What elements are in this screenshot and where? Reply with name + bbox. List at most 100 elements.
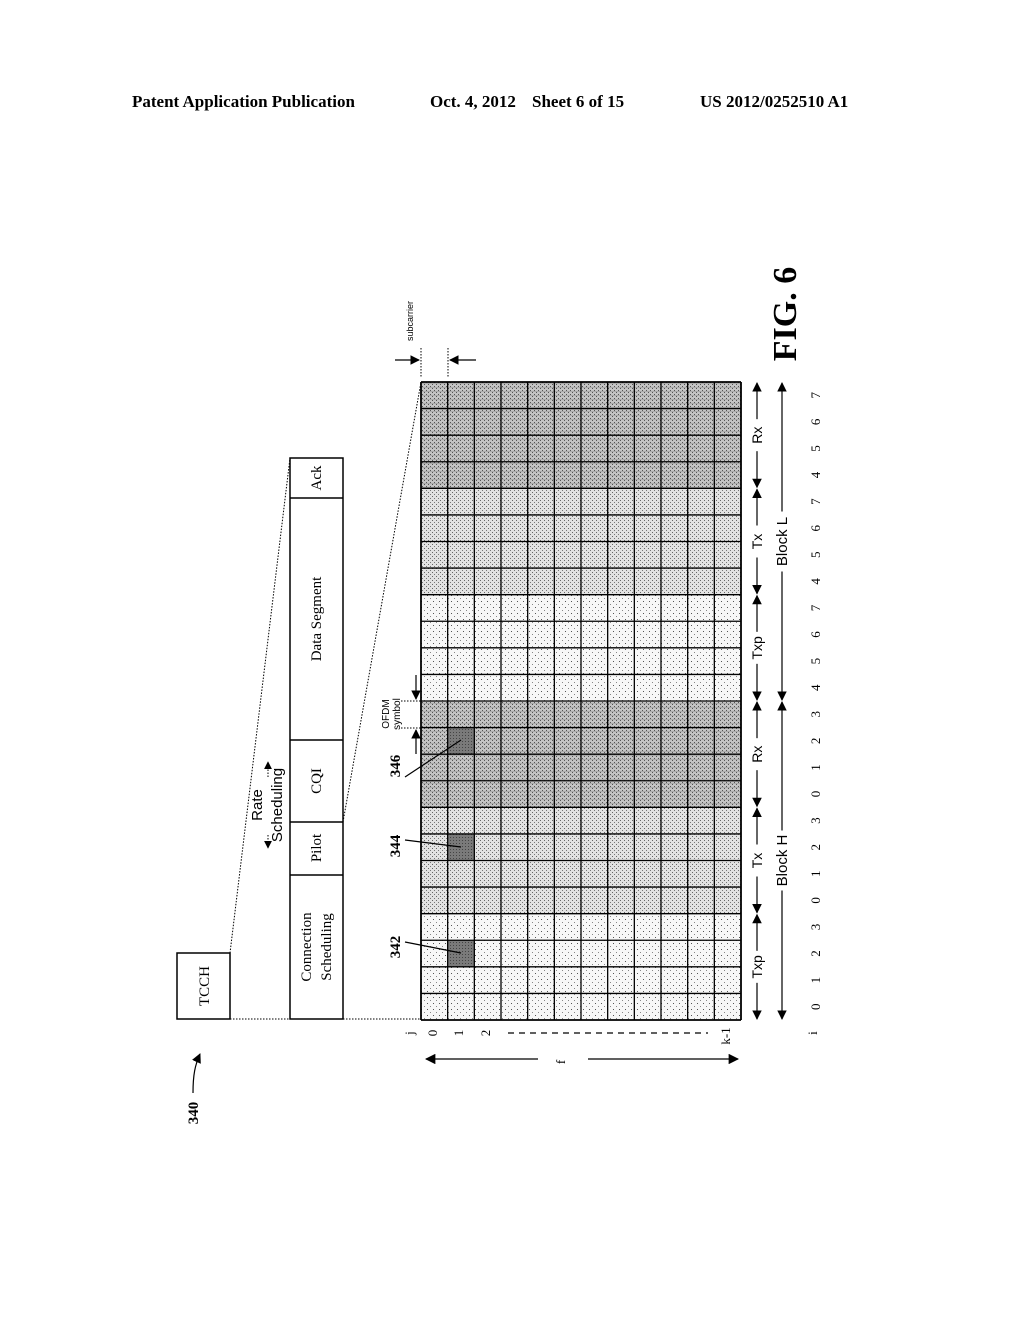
grid-cell-tx [634,833,661,861]
highlighted-cell-342 [447,940,475,967]
grid-cell-rx [661,382,688,409]
grid-cell-rx [687,435,715,462]
grid-cell-txp [501,647,528,675]
grid-cell-tx [714,860,741,888]
grid-cell-txp [714,621,741,648]
grid-cell-rx [687,382,715,409]
grid-cell-tx [581,488,608,515]
i-label: 0 [808,1003,823,1010]
grid-cell-tx [714,887,741,914]
grid-cell-tx [554,568,581,595]
grid-cell-rx [687,780,715,808]
grid-cell-rx [581,754,608,781]
grid-cell-rx [581,408,608,436]
grid-cell-txp [581,674,608,701]
grid-cell-tx [501,514,528,542]
i-axis-labels: 0 1 2 3 0 1 2 3 0 1 2 3 4 5 6 7 4 5 6 7 4 5 6 7 [808,392,823,1010]
grid-cell-tx [607,887,635,914]
grid-cell-txp [714,913,741,941]
grid-cell-txp [501,940,528,967]
grid-cell-rx [501,727,528,755]
i-label: 7 [808,604,823,611]
grid-cell-txp [554,913,581,941]
grid-cell-txp [501,674,528,701]
i-label: 6 [808,524,823,531]
grid-cell-txp [554,940,581,967]
grid-cell-rx [527,408,555,436]
grid-cell-rx [447,780,475,808]
grid-cell-txp [581,621,608,648]
grid-cell-txp [634,940,661,967]
grid-cell-tx [554,514,581,542]
i-label: 2 [808,844,823,851]
grid-cell-txp [501,594,528,622]
grid-cell-tx [661,860,688,888]
grid-cell-tx [634,887,661,914]
grid-cell-tx [634,488,661,515]
phase-label: Rx [749,427,765,444]
grid-cell-txp [687,621,715,648]
grid-cell-rx [634,754,661,781]
grid-cell-rx [501,461,528,489]
grid-cell-tx [687,514,715,542]
grid-cell-txp [474,621,501,648]
subcarrier-label: subcarrier [405,301,415,341]
grid-cell-rx [527,727,555,755]
grid-cell-txp [634,621,661,648]
grid-cell-rx [581,701,608,728]
grid-cell-tx [634,541,661,569]
phase-label: Txp [749,636,765,660]
i-label: 5 [808,445,823,452]
highlighted-cell-346 [447,727,475,755]
grid-cell-txp [527,966,555,994]
grid-cell-rx [607,701,635,728]
grid-cell-txp [661,647,688,675]
grid-cell-rx [554,382,581,409]
grid-cell-tx [661,514,688,542]
grid-cell-tx [634,860,661,888]
grid-cell-tx [501,488,528,515]
grid-cell-tx [447,541,475,569]
grid-cell-rx [421,408,448,436]
grid-cell-rx [474,382,501,409]
i-label: 3 [808,817,823,824]
grid-cell-tx [714,488,741,515]
grid-cell-txp [607,674,635,701]
grid-cell-txp [581,966,608,994]
grid-cell-txp [634,993,661,1020]
grid-cell-rx [661,780,688,808]
grid-cell-rx [661,754,688,781]
grid-cell-txp [527,674,555,701]
grid-cell-txp [661,674,688,701]
i-label: 5 [808,552,823,559]
grid-cell-tx [581,807,608,834]
grid-cell-tx [527,807,555,834]
phase-arrow-rx: Rx [749,382,765,489]
grid-cell-tx [527,887,555,914]
grid-cell-rx [634,382,661,409]
grid-cell-rx [714,754,741,781]
grid-cell-tx [501,887,528,914]
i-label: 0 [808,897,823,904]
grid-cell-rx [527,435,555,462]
grid-cell-rx [607,382,635,409]
grid-cell-rx [447,408,475,436]
grid-cell-tx [581,860,608,888]
grid-cell-tx [474,541,501,569]
grid-cell-rx [447,701,475,728]
grid-cell-rx [554,461,581,489]
grid-cell-txp [607,966,635,994]
grid-cell-rx [474,461,501,489]
segment-ack: Ack [309,465,325,490]
grid-cell-tx [714,541,741,569]
pilot-expansion-line-top [342,381,422,823]
grid-cell-rx [554,408,581,436]
rate-scheduling-annotation: Rate Scheduling [249,761,286,849]
figure-6-drawing: TCCH Connection Scheduling Pilot CQI Dat… [176,267,823,1124]
grid-cell-tx [581,833,608,861]
grid-cell-tx [634,514,661,542]
grid-cell-tx [661,488,688,515]
grid-cell-rx [421,780,448,808]
grid-cell-txp [421,647,448,675]
grid-cell-tx [501,833,528,861]
